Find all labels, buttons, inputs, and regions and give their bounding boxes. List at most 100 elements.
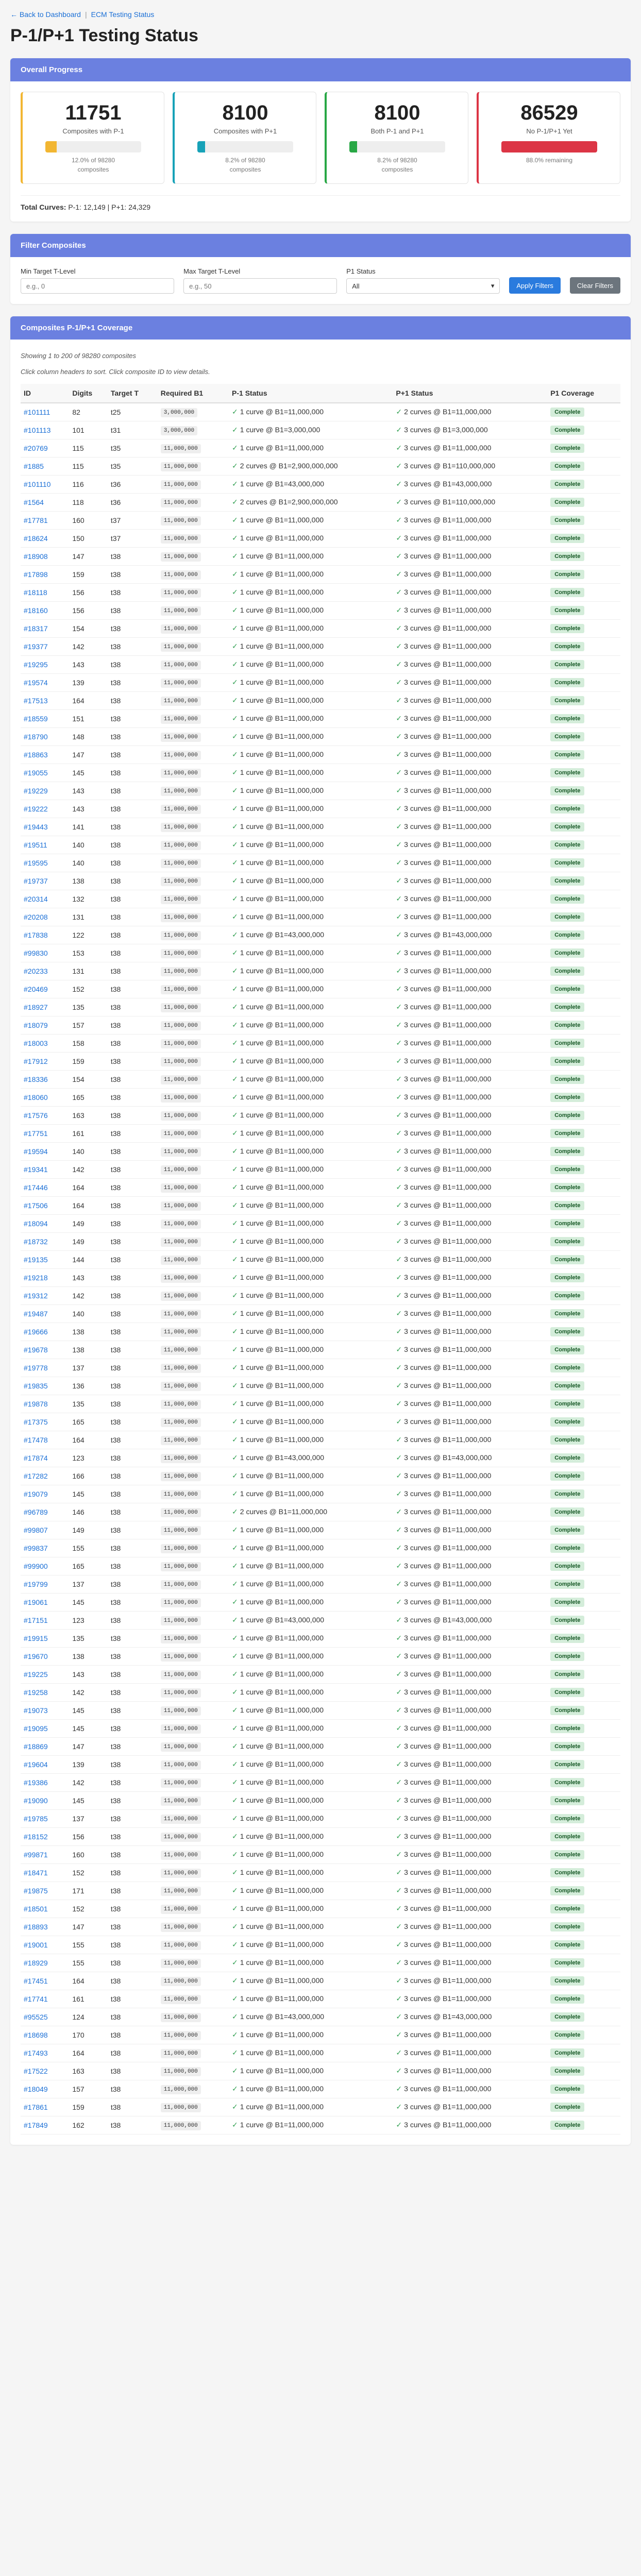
composite-id-link[interactable]: #17898: [24, 570, 48, 579]
composite-id-link[interactable]: #18732: [24, 1238, 48, 1246]
composite-id-link[interactable]: #17849: [24, 2121, 48, 2129]
composite-id-link[interactable]: #18927: [24, 1003, 48, 1011]
column-header[interactable]: P1 Coverage: [547, 384, 620, 403]
composite-id-link[interactable]: #18559: [24, 715, 48, 723]
composite-id-link[interactable]: #18471: [24, 1869, 48, 1877]
composite-id-link[interactable]: #18790: [24, 733, 48, 741]
composite-id-link[interactable]: #17513: [24, 697, 48, 705]
composite-id-link[interactable]: #18869: [24, 1742, 48, 1751]
composite-id-link[interactable]: #18049: [24, 2085, 48, 2093]
composite-id-link[interactable]: #18152: [24, 1833, 48, 1841]
composite-id-link[interactable]: #1885: [24, 462, 44, 470]
composite-id-link[interactable]: #17781: [24, 516, 48, 524]
composite-id-link[interactable]: #20233: [24, 967, 48, 975]
composite-id-link[interactable]: #18079: [24, 1021, 48, 1029]
composite-id-link[interactable]: #17751: [24, 1129, 48, 1138]
column-header[interactable]: ID: [21, 384, 70, 403]
composite-id-link[interactable]: #19341: [24, 1165, 48, 1174]
composite-id-link[interactable]: #19878: [24, 1400, 48, 1408]
composite-id-link[interactable]: #1564: [24, 498, 44, 506]
composite-id-link[interactable]: #19055: [24, 769, 48, 777]
composite-id-link[interactable]: #99830: [24, 949, 48, 957]
composite-id-link[interactable]: #95525: [24, 2013, 48, 2021]
composite-id-link[interactable]: #101111: [24, 408, 50, 416]
composite-id-link[interactable]: #99900: [24, 1562, 48, 1570]
composite-id-link[interactable]: #19875: [24, 1887, 48, 1895]
composite-id-link[interactable]: #19079: [24, 1490, 48, 1498]
composite-id-link[interactable]: #19377: [24, 642, 48, 651]
composite-id-link[interactable]: #19487: [24, 1310, 48, 1318]
composite-id-link[interactable]: #18060: [24, 1093, 48, 1101]
composite-id-link[interactable]: #19604: [24, 1760, 48, 1769]
composite-id-link[interactable]: #19595: [24, 859, 48, 867]
composite-id-link[interactable]: #18317: [24, 624, 48, 633]
composite-id-link[interactable]: #19218: [24, 1274, 48, 1282]
composite-id-link[interactable]: #17478: [24, 1436, 48, 1444]
max-tlevel-input[interactable]: [183, 278, 338, 294]
composite-id-link[interactable]: #19135: [24, 1256, 48, 1264]
composite-id-link[interactable]: #17375: [24, 1418, 48, 1426]
composite-id-link[interactable]: #17451: [24, 1977, 48, 1985]
composite-id-link[interactable]: #17282: [24, 1472, 48, 1480]
column-header[interactable]: Target T: [107, 384, 158, 403]
composite-id-link[interactable]: #20208: [24, 913, 48, 921]
composite-id-link[interactable]: #19295: [24, 660, 48, 669]
composite-id-link[interactable]: #18863: [24, 751, 48, 759]
composite-id-link[interactable]: #17522: [24, 2067, 48, 2075]
composite-id-link[interactable]: #19229: [24, 787, 48, 795]
composite-id-link[interactable]: #19670: [24, 1652, 48, 1660]
composite-id-link[interactable]: #17576: [24, 1111, 48, 1120]
composite-id-link[interactable]: #17861: [24, 2103, 48, 2111]
composite-id-link[interactable]: #17506: [24, 1201, 48, 1210]
composite-id-link[interactable]: #101113: [24, 426, 50, 434]
column-header[interactable]: Required B1: [157, 384, 229, 403]
composite-id-link[interactable]: #96789: [24, 1508, 48, 1516]
composite-id-link[interactable]: #19835: [24, 1382, 48, 1390]
composite-id-link[interactable]: #17741: [24, 1995, 48, 2003]
column-header[interactable]: P+1 Status: [393, 384, 548, 403]
composite-id-link[interactable]: #17874: [24, 1454, 48, 1462]
composite-id-link[interactable]: #19225: [24, 1670, 48, 1679]
composite-id-link[interactable]: #18501: [24, 1905, 48, 1913]
composite-id-link[interactable]: #99807: [24, 1526, 48, 1534]
composite-id-link[interactable]: #19799: [24, 1580, 48, 1588]
composite-id-link[interactable]: #18893: [24, 1923, 48, 1931]
composite-id-link[interactable]: #20314: [24, 895, 48, 903]
composite-id-link[interactable]: #18908: [24, 552, 48, 561]
composite-id-link[interactable]: #19778: [24, 1364, 48, 1372]
composite-id-link[interactable]: #101110: [24, 480, 50, 488]
composite-id-link[interactable]: #19090: [24, 1797, 48, 1805]
p1-status-select[interactable]: All ▾: [346, 278, 500, 294]
composite-id-link[interactable]: #20469: [24, 985, 48, 993]
composite-id-link[interactable]: #18624: [24, 534, 48, 543]
composite-id-link[interactable]: #19785: [24, 1815, 48, 1823]
composite-id-link[interactable]: #19511: [24, 841, 47, 849]
composite-id-link[interactable]: #17446: [24, 1183, 48, 1192]
composite-id-link[interactable]: #18698: [24, 2031, 48, 2039]
composite-id-link[interactable]: #19386: [24, 1778, 48, 1787]
composite-id-link[interactable]: #18003: [24, 1039, 48, 1047]
column-header[interactable]: Digits: [69, 384, 108, 403]
composite-id-link[interactable]: #19594: [24, 1147, 48, 1156]
composite-id-link[interactable]: #18094: [24, 1219, 48, 1228]
composite-id-link[interactable]: #19073: [24, 1706, 48, 1715]
composite-id-link[interactable]: #19678: [24, 1346, 48, 1354]
min-tlevel-input[interactable]: [21, 278, 175, 294]
composite-id-link[interactable]: #99871: [24, 1851, 48, 1859]
composite-id-link[interactable]: #19258: [24, 1688, 48, 1697]
composite-id-link[interactable]: #17838: [24, 931, 48, 939]
composite-id-link[interactable]: #17493: [24, 2049, 48, 2057]
ecm-testing-status-link[interactable]: ECM Testing Status: [91, 10, 155, 19]
composite-id-link[interactable]: #19737: [24, 877, 48, 885]
composite-id-link[interactable]: #19312: [24, 1292, 48, 1300]
composite-id-link[interactable]: #19095: [24, 1724, 48, 1733]
composite-id-link[interactable]: #19666: [24, 1328, 48, 1336]
composite-id-link[interactable]: #18118: [24, 588, 47, 597]
composite-id-link[interactable]: #18929: [24, 1959, 48, 1967]
column-header[interactable]: P-1 Status: [229, 384, 393, 403]
composite-id-link[interactable]: #18160: [24, 606, 48, 615]
composite-id-link[interactable]: #99837: [24, 1544, 48, 1552]
composite-id-link[interactable]: #19443: [24, 823, 48, 831]
composite-id-link[interactable]: #20769: [24, 444, 48, 452]
composite-id-link[interactable]: #17151: [24, 1616, 48, 1624]
